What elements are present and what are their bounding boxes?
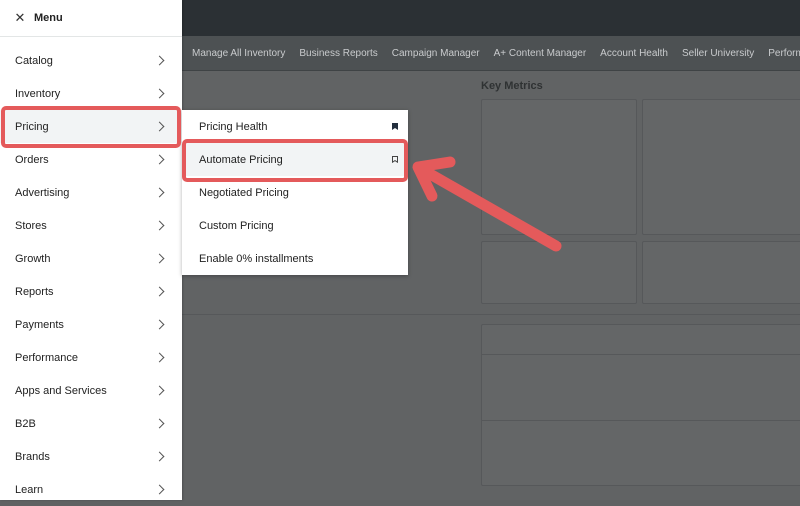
nav-a-plus-content-manager[interactable]: A+ Content Manager <box>494 48 587 59</box>
sidebar-item-label: Growth <box>15 252 51 265</box>
nav-performance[interactable]: Performance <box>768 48 800 59</box>
sidebar-item-stores[interactable]: Stores <box>0 209 182 242</box>
sidebar-item-label: B2B <box>15 417 36 430</box>
pricing-submenu: Pricing Health Automate Pricing Negotiat… <box>182 110 408 275</box>
chevron-right-icon <box>154 319 165 330</box>
chevron-right-icon <box>154 385 165 396</box>
nav-business-reports[interactable]: Business Reports <box>299 48 377 59</box>
sidebar-item-brands[interactable]: Brands <box>0 440 182 473</box>
sidebar-item-advertising[interactable]: Advertising <box>0 176 182 209</box>
submenu-item-label: Negotiated Pricing <box>199 186 289 199</box>
nav-account-health[interactable]: Account Health <box>600 48 668 59</box>
metric-card <box>481 99 637 235</box>
side-menu-header: ✕ Menu <box>0 0 182 37</box>
sidebar-item-apps-and-services[interactable]: Apps and Services <box>0 374 182 407</box>
chevron-right-icon <box>154 418 165 429</box>
sidebar-item-label: Performance <box>15 351 78 364</box>
metric-card <box>642 99 800 235</box>
sidebar-item-payments[interactable]: Payments <box>0 308 182 341</box>
submenu-item-label: Custom Pricing <box>199 219 274 232</box>
nav-manage-all-inventory[interactable]: Manage All Inventory <box>192 48 285 59</box>
sidebar-item-growth[interactable]: Growth <box>0 242 182 275</box>
sidebar-item-label: Apps and Services <box>15 384 107 397</box>
chevron-right-icon <box>154 154 165 165</box>
submenu-item-label: Enable 0% installments <box>199 252 314 265</box>
metric-card <box>481 241 637 304</box>
submenu-item-custom-pricing[interactable]: Custom Pricing <box>182 209 408 242</box>
metric-card <box>642 241 800 304</box>
bookmark-filled-icon[interactable] <box>392 123 398 130</box>
sidebar-item-label: Reports <box>15 285 54 298</box>
key-metrics-title: Key Metrics <box>481 80 543 92</box>
chevron-right-icon <box>154 451 165 462</box>
divider <box>481 420 800 421</box>
submenu-item-label: Pricing Health <box>199 120 268 133</box>
chevron-right-icon <box>154 220 165 231</box>
menu-title: Menu <box>34 12 63 24</box>
sidebar-item-label: Payments <box>15 318 64 331</box>
sidebar-item-b2b[interactable]: B2B <box>0 407 182 440</box>
automate-pricing-highlight-box <box>182 139 408 182</box>
chevron-right-icon <box>154 352 165 363</box>
chevron-right-icon <box>154 55 165 66</box>
nav-seller-university[interactable]: Seller University <box>682 48 754 59</box>
chevron-right-icon <box>154 88 165 99</box>
sidebar-item-learn[interactable]: Learn <box>0 473 182 506</box>
sidebar-item-performance[interactable]: Performance <box>0 341 182 374</box>
sidebar-item-label: Advertising <box>15 186 70 199</box>
sidebar-item-label: Stores <box>15 219 47 232</box>
chevron-right-icon <box>154 253 165 264</box>
dashboard-panel <box>481 324 800 486</box>
chevron-right-icon <box>154 187 165 198</box>
sidebar-item-label: Catalog <box>15 54 53 67</box>
sidebar-item-catalog[interactable]: Catalog <box>0 44 182 77</box>
close-icon[interactable]: ✕ <box>14 10 26 26</box>
sidebar-item-reports[interactable]: Reports <box>0 275 182 308</box>
nav-campaign-manager[interactable]: Campaign Manager <box>392 48 480 59</box>
pricing-highlight-box <box>1 106 181 148</box>
chevron-right-icon <box>154 484 165 495</box>
submenu-item-enable-installments[interactable]: Enable 0% installments <box>182 242 408 275</box>
chevron-right-icon <box>154 286 165 297</box>
nav-bar: Manage All Inventory Business Reports Ca… <box>182 36 800 71</box>
sidebar-item-label: Inventory <box>15 87 61 100</box>
sidebar-item-label: Brands <box>15 450 50 463</box>
side-menu: ✕ Menu Catalog Inventory Pricing Orders … <box>0 0 182 500</box>
sidebar-item-label: Learn <box>15 483 44 496</box>
divider <box>481 354 800 355</box>
divider <box>182 314 800 315</box>
sidebar-item-label: Orders <box>15 153 49 166</box>
